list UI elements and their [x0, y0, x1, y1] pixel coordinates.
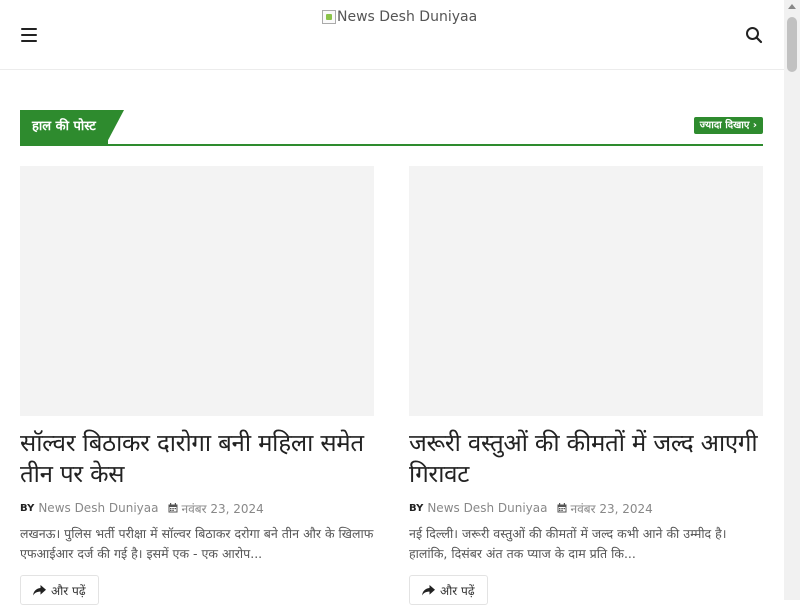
by-label: BY — [409, 502, 424, 514]
calendar-icon — [557, 503, 567, 513]
by-label: BY — [20, 502, 35, 514]
page-scrollbar[interactable] — [784, 0, 800, 600]
scroll-thumb[interactable] — [787, 17, 797, 72]
post-card: सॉल्वर बिठाकर दारोगा बनी महिला समेत तीन … — [20, 166, 374, 605]
logo-alt-text: News Desh Duniyaa — [337, 9, 478, 25]
share-arrow-icon — [422, 584, 435, 595]
section-title: हाल की पोस्ट — [20, 110, 108, 144]
hamburger-menu-icon[interactable] — [21, 28, 37, 42]
post-meta: BY News Desh Duniyaa नवंबर 23, 2024 — [409, 500, 763, 516]
post-title[interactable]: जरूरी वस्तुओं की कीमतों में जल्द आएगी गि… — [409, 428, 763, 490]
post-excerpt: नई दिल्ली। जरूरी वस्तुओं की कीमतों में ज… — [409, 526, 727, 561]
read-more-button[interactable]: और पढ़ें — [409, 575, 488, 605]
calendar-icon — [168, 503, 178, 513]
view-more-button[interactable]: ज्यादा दिखाए › — [693, 117, 763, 134]
broken-image-icon — [322, 10, 336, 24]
post-meta: BY News Desh Duniyaa नवंबर 23, 2024 — [20, 500, 374, 516]
post-author[interactable]: News Desh Duniyaa — [427, 501, 547, 515]
section-title-tail — [106, 110, 124, 144]
scroll-up-arrow-icon[interactable] — [788, 4, 796, 9]
section-divider — [20, 144, 763, 146]
post-date: नवंबर 23, 2024 — [181, 501, 264, 516]
post-card: जरूरी वस्तुओं की कीमतों में जल्द आएगी गि… — [409, 166, 763, 605]
post-thumbnail[interactable] — [20, 166, 374, 416]
search-icon[interactable] — [745, 26, 763, 44]
post-thumbnail[interactable] — [409, 166, 763, 416]
post-date: नवंबर 23, 2024 — [570, 501, 653, 516]
post-excerpt: लखनऊ। पुलिस भर्ती परीक्षा में सॉल्वर बिठ… — [20, 526, 374, 561]
recent-posts-section-header: हाल की पोस्ट ज्यादा दिखाए › — [20, 110, 763, 146]
post-title[interactable]: सॉल्वर बिठाकर दारोगा बनी महिला समेत तीन … — [20, 428, 374, 490]
read-more-button[interactable]: और पढ़ें — [20, 575, 99, 605]
read-more-label: और पढ़ें — [440, 583, 475, 598]
site-logo[interactable]: News Desh Duniyaa — [322, 9, 477, 25]
site-header: News Desh Duniyaa — [0, 0, 784, 70]
share-arrow-icon — [33, 584, 46, 595]
read-more-label: और पढ़ें — [51, 583, 86, 598]
post-author[interactable]: News Desh Duniyaa — [38, 501, 158, 515]
